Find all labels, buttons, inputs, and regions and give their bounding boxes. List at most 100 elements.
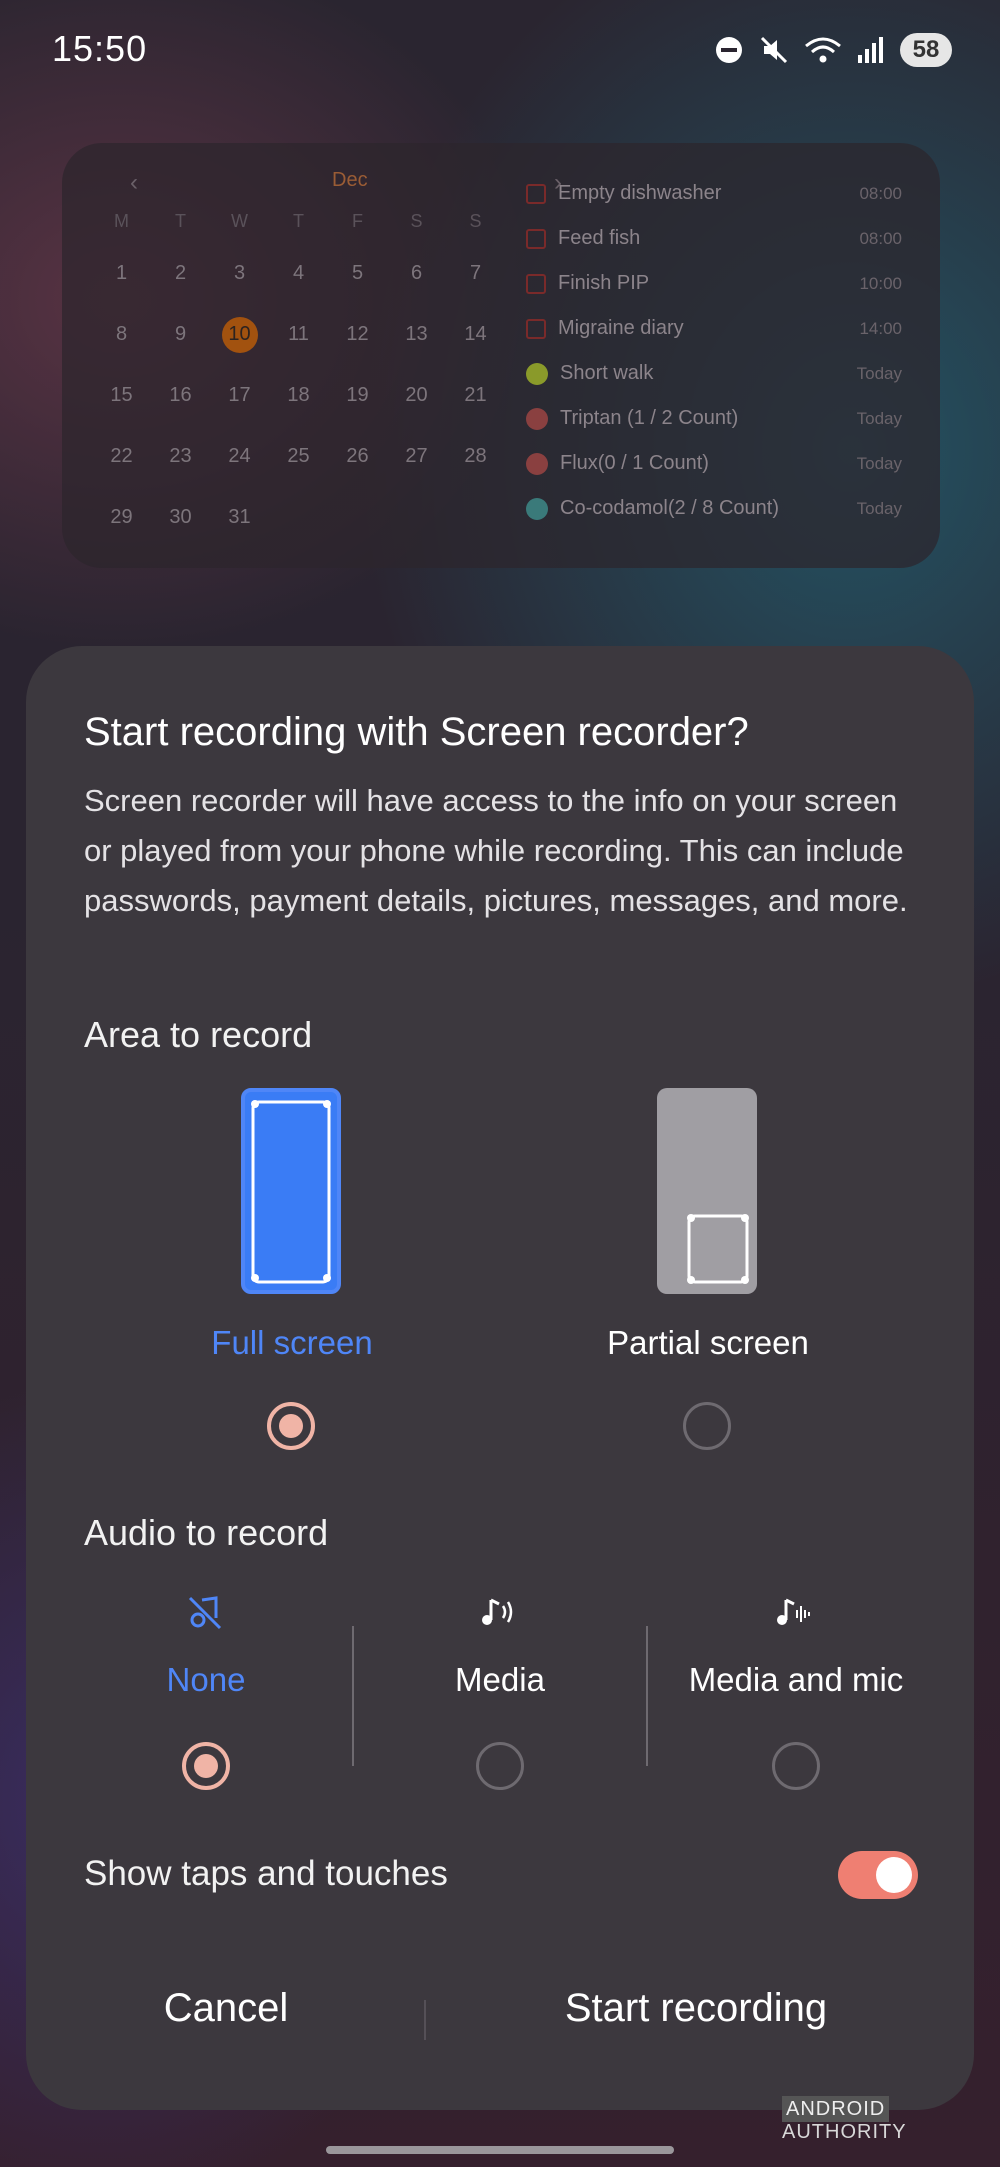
audio-media-radio[interactable]: [476, 1742, 524, 1790]
chevron-left-icon: ‹: [130, 169, 138, 196]
task-label: Co-codamol(2 / 8 Count): [560, 497, 779, 519]
checkbox-icon: [526, 318, 546, 339]
watermark: ANDROID AUTHORITY: [782, 2096, 1000, 2144]
calendar-day[interactable]: 24: [210, 426, 269, 487]
task-time: 14:00: [859, 318, 902, 338]
calendar-day[interactable]: 8: [92, 304, 151, 365]
media-audio-icon: [482, 1598, 513, 1625]
status-time: 15:50: [52, 28, 148, 69]
task-time: 10:00: [859, 273, 902, 293]
do-not-disturb-icon: [716, 37, 742, 63]
task-label: Triptan (1 / 2 Count): [560, 407, 739, 429]
weekday-label: S: [469, 210, 482, 231]
calendar-header: ‹ Dec ›: [92, 163, 562, 199]
checkbox-icon: [526, 273, 546, 294]
task-item[interactable]: Migraine diary 14:00: [526, 306, 926, 351]
task-time: Today: [856, 408, 902, 428]
button-divider: [424, 2000, 426, 2040]
task-list: Empty dishwasher 08:00 Feed fish 08:00 Finis…: [526, 171, 926, 531]
calendar-day[interactable]: 25: [269, 426, 328, 487]
dialog-body: Screen recorder will have access to the …: [84, 783, 908, 918]
calendar-day[interactable]: 1: [92, 243, 151, 304]
area-section-title: Area to record: [84, 1014, 313, 1055]
calendar-day[interactable]: 16: [151, 365, 210, 426]
calendar-day[interactable]: 4: [269, 243, 328, 304]
calendar-day[interactable]: 15: [92, 365, 151, 426]
calendar-day[interactable]: 9: [151, 304, 210, 365]
task-item[interactable]: Finish PIP 10:00: [526, 261, 926, 306]
task-item[interactable]: Feed fish 08:00: [526, 216, 926, 261]
weekday-label: M: [114, 210, 129, 231]
calendar-day[interactable]: 23: [151, 426, 210, 487]
full-screen-icon: [241, 1088, 341, 1294]
task-label: Short walk: [560, 362, 654, 384]
habit-icon: [526, 407, 548, 430]
audio-media-and-mic-label: Media and mic: [688, 1661, 904, 1698]
task-time: 08:00: [859, 183, 902, 203]
partial-screen-label: Partial screen: [607, 1324, 809, 1361]
show-taps-label: Show taps and touches: [84, 1854, 448, 1893]
task-item[interactable]: Short walk Today: [526, 351, 926, 396]
calendar-day[interactable]: 29: [92, 487, 151, 548]
calendar-day[interactable]: 20: [387, 365, 446, 426]
weekday-label: S: [410, 210, 423, 231]
audio-media-and-mic-radio[interactable]: [772, 1742, 820, 1790]
calendar-day[interactable]: 27: [387, 426, 446, 487]
battery-indicator: 58: [900, 33, 952, 67]
task-time: 08:00: [859, 228, 902, 248]
task-label: Empty dishwasher: [558, 182, 722, 204]
mute-icon: [760, 36, 788, 64]
audio-none-radio[interactable]: [182, 1742, 230, 1790]
calendar-day[interactable]: 5: [328, 243, 387, 304]
habit-icon: [526, 497, 548, 520]
calendar-day[interactable]: 18: [269, 365, 328, 426]
start-recording-button[interactable]: Start recording: [496, 1986, 896, 2031]
calendar-day[interactable]: 26: [328, 426, 387, 487]
task-item[interactable]: Triptan (1 / 2 Count) Today: [526, 396, 926, 441]
status-icons: 58: [714, 28, 952, 72]
calendar-day[interactable]: 13: [387, 304, 446, 365]
task-time: Today: [856, 453, 902, 473]
weekday-label: T: [293, 210, 304, 231]
cancel-button[interactable]: Cancel: [126, 1986, 326, 2031]
checkbox-icon: [526, 183, 546, 204]
partial-screen-radio[interactable]: [683, 1402, 731, 1450]
task-item[interactable]: Flux(0 / 1 Count) Today: [526, 441, 926, 486]
calendar-day[interactable]: 12: [328, 304, 387, 365]
calendar-day[interactable]: 6: [387, 243, 446, 304]
task-time: Today: [856, 363, 902, 383]
calendar-widget: ‹ Dec › M T W T F S S 1 2 3 4 5 6 7 8 9 10 11 12 13 14 15 16 17…: [62, 143, 940, 568]
show-taps-toggle[interactable]: [838, 1851, 918, 1899]
full-screen-radio[interactable]: [267, 1402, 315, 1450]
media-mic-icon: [777, 1598, 810, 1625]
calendar-day[interactable]: 10: [210, 304, 269, 365]
watermark-part2: AUTHORITY: [782, 2121, 907, 2143]
task-item[interactable]: Empty dishwasher 08:00: [526, 171, 926, 216]
calendar-day[interactable]: 14: [446, 304, 505, 365]
weekday-label: T: [175, 210, 186, 231]
calendar-month: Dec: [332, 169, 368, 191]
calendar-day[interactable]: 22: [92, 426, 151, 487]
calendar-day[interactable]: 28: [446, 426, 505, 487]
checkbox-icon: [526, 228, 546, 249]
home-indicator[interactable]: [326, 2146, 674, 2154]
calendar-day[interactable]: 2: [151, 243, 210, 304]
task-item[interactable]: Co-codamol(2 / 8 Count) Today: [526, 486, 926, 531]
task-label: Feed fish: [558, 227, 641, 249]
calendar-day[interactable]: 11: [269, 304, 328, 365]
task-label: Finish PIP: [558, 272, 650, 294]
calendar-day[interactable]: 21: [446, 365, 505, 426]
calendar-day[interactable]: 19: [328, 365, 387, 426]
habit-icon: [526, 362, 548, 385]
task-label: Migraine diary: [558, 317, 684, 339]
signal-icon: [858, 37, 883, 63]
weekday-label: F: [352, 210, 363, 231]
task-time: Today: [856, 498, 902, 518]
status-bar: 15:50 58: [0, 0, 1000, 100]
calendar-day[interactable]: 3: [210, 243, 269, 304]
calendar-day[interactable]: 31: [210, 487, 269, 548]
calendar-day[interactable]: 7: [446, 243, 505, 304]
calendar-day[interactable]: 30: [151, 487, 210, 548]
calendar-day[interactable]: 17: [210, 365, 269, 426]
screen-recorder-dialog: Start recording with Screen recorder? Sc…: [26, 646, 974, 2110]
